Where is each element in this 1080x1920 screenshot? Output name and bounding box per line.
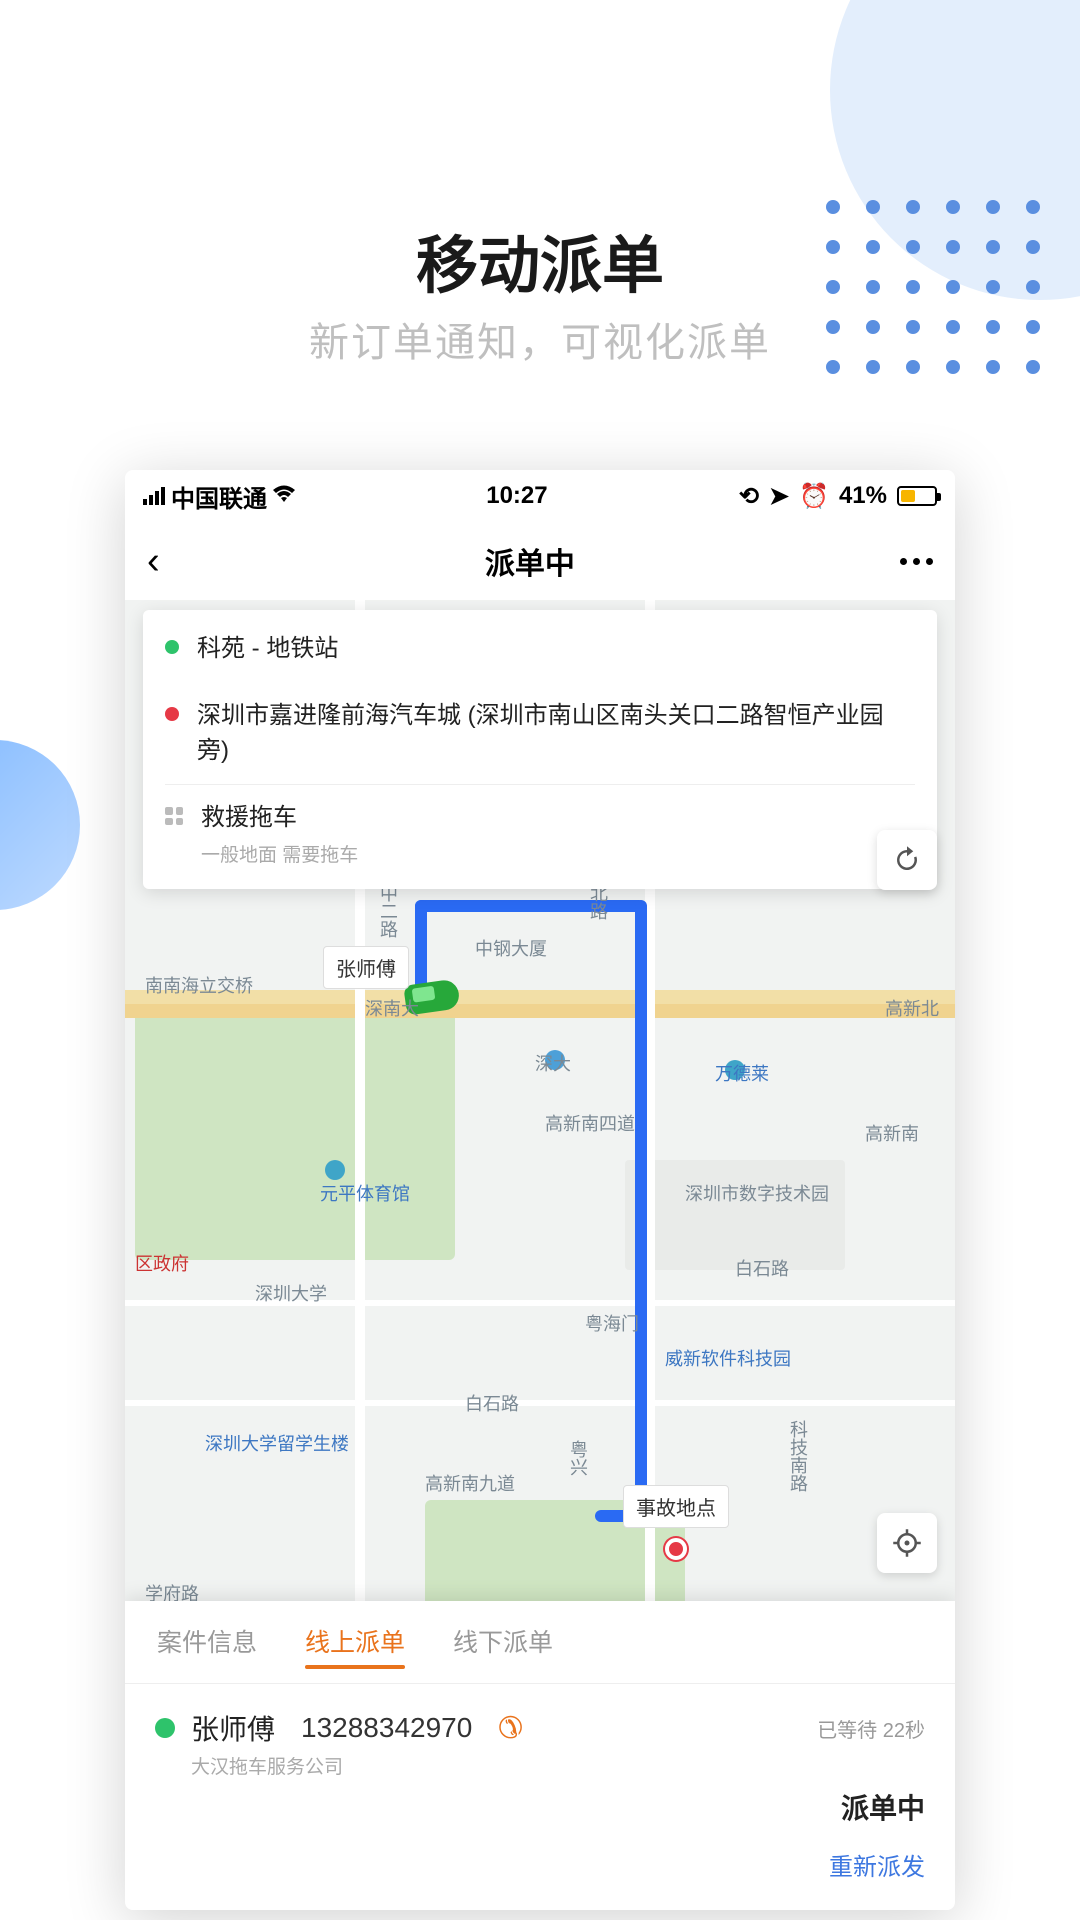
nav-title: 派单中 — [485, 539, 575, 583]
map-label: 深南大 — [365, 995, 419, 1021]
map-label: 高新南九道 — [425, 1470, 515, 1496]
destination-dot-icon — [165, 707, 179, 721]
clock: 10:27 — [486, 482, 547, 510]
carrier-label: 中国联通 — [171, 479, 267, 514]
map-view[interactable]: 张师傅 事故地点 科研路 科技中二路 科技北路 科发路 高新北 南南海立交桥 深… — [125, 600, 955, 1601]
reassign-link[interactable]: 重新派发 — [125, 1827, 955, 1910]
tab-online-dispatch[interactable]: 线上派单 — [305, 1623, 405, 1669]
service-title: 救援拖车 — [201, 801, 358, 836]
category-icon — [165, 807, 183, 825]
online-status-icon — [155, 1718, 175, 1738]
map-label: 科技南路 — [785, 1420, 811, 1492]
destination-row[interactable]: 深圳市嘉进隆前海汽车城 (深圳市南山区南头关口二路智恒产业园旁) — [143, 683, 937, 785]
map-label: 区政府 — [135, 1250, 189, 1276]
map-label: 高新南 — [865, 1120, 919, 1146]
panel-tabs: 案件信息 线上派单 线下派单 — [125, 1601, 955, 1683]
refresh-button[interactable] — [877, 830, 937, 890]
signal-icon — [143, 487, 165, 505]
map-label: 万德莱 — [715, 1060, 769, 1086]
map-label: 白石路 — [465, 1390, 519, 1416]
nav-bar: ‹ 派单中 — [125, 522, 955, 600]
locate-button[interactable] — [877, 1513, 937, 1573]
service-subtitle: 一般地面 需要拖车 — [201, 840, 358, 867]
wifi-icon — [273, 482, 295, 510]
phone-icon[interactable]: ✆ — [498, 1711, 523, 1746]
accident-tooltip: 事故地点 — [623, 1485, 729, 1528]
driver-company: 大汉拖车服务公司 — [125, 1752, 955, 1779]
hero-subtitle: 新订单通知，可视化派单 — [0, 310, 1080, 368]
hero-title: 移动派单 — [0, 215, 1080, 305]
driver-phone: 13288342970 — [301, 1712, 472, 1744]
accident-marker — [665, 1538, 687, 1560]
origin-text: 科苑 - 地铁站 — [197, 632, 338, 667]
origin-row[interactable]: 科苑 - 地铁站 — [143, 616, 937, 683]
alarm-icon: ⏰ — [799, 482, 829, 511]
map-label: 深圳大学留学生楼 — [205, 1430, 349, 1456]
map-label: 高新南四道 — [545, 1110, 635, 1136]
map-label: 白石路 — [735, 1255, 789, 1281]
dispatch-status: 派单中 — [841, 1787, 925, 1827]
poi-marker — [325, 1160, 345, 1180]
map-label: 粤海门 — [585, 1310, 639, 1336]
battery-percent: 41% — [839, 482, 887, 510]
map-label: 中钢大厦 — [475, 935, 547, 961]
rotation-lock-icon: ⟲ — [739, 482, 759, 511]
tab-offline-dispatch[interactable]: 线下派单 — [453, 1623, 553, 1669]
map-label: 元平体育馆 — [320, 1180, 410, 1206]
tab-case-info[interactable]: 案件信息 — [157, 1623, 257, 1669]
driver-name: 张师傅 — [191, 1708, 275, 1748]
wait-label: 已等待 22秒 — [817, 1714, 925, 1743]
back-button[interactable]: ‹ — [147, 540, 160, 583]
driver-name-tooltip: 张师傅 — [323, 946, 409, 989]
location-icon: ➤ — [769, 482, 789, 511]
map-label: 南南海立交桥 — [145, 972, 253, 998]
destination-text: 深圳市嘉进隆前海汽车城 (深圳市南山区南头关口二路智恒产业园旁) — [197, 699, 915, 769]
dispatch-panel: 案件信息 线上派单 线下派单 张师傅 13288342970 ✆ 已等待 22秒… — [125, 1601, 955, 1910]
route-info-card: 科苑 - 地铁站 深圳市嘉进隆前海汽车城 (深圳市南山区南头关口二路智恒产业园旁… — [143, 610, 937, 889]
bg-circle-left — [0, 740, 80, 910]
map-label: 深圳市数字技术园 — [685, 1180, 829, 1206]
origin-dot-icon — [165, 640, 179, 654]
map-label: 深大 — [535, 1050, 571, 1076]
driver-row[interactable]: 张师傅 13288342970 ✆ 已等待 22秒 — [125, 1684, 955, 1752]
map-label: 粤兴 — [565, 1440, 591, 1476]
map-label: 深圳大学 — [255, 1280, 327, 1306]
phone-frame: 中国联通 10:27 ⟲ ➤ ⏰ 41% ‹ 派单中 — [125, 470, 955, 1910]
map-label: 高新北 — [885, 995, 939, 1021]
map-label: 威新软件科技园 — [665, 1345, 791, 1371]
map-label: 学府路 — [145, 1580, 199, 1601]
more-button[interactable] — [900, 558, 933, 565]
service-row[interactable]: 救援拖车 一般地面 需要拖车 — [143, 785, 937, 883]
battery-icon — [897, 486, 937, 506]
status-bar: 中国联通 10:27 ⟲ ➤ ⏰ 41% — [125, 470, 955, 522]
